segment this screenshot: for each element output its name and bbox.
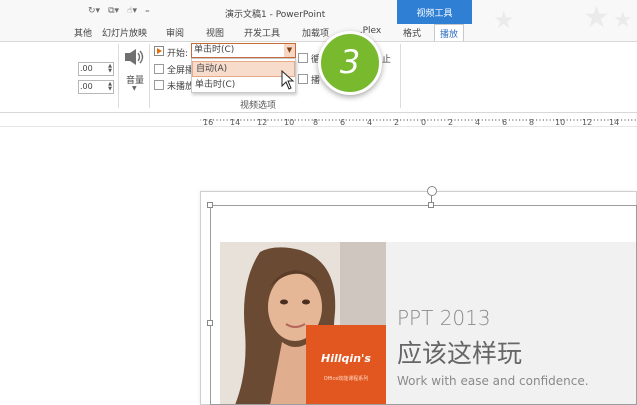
ruler-label: 2 — [394, 118, 400, 127]
start-select[interactable]: 单击时(C) ▼ — [191, 43, 296, 58]
loop-checkbox[interactable] — [298, 53, 308, 63]
tab-view[interactable]: 视图 — [206, 26, 224, 39]
hide-when-not-playing-label: 未播放 — [167, 82, 195, 92]
ruler-label: 8 — [529, 118, 535, 127]
group-separator — [149, 44, 150, 108]
resize-handle-top-left[interactable] — [207, 202, 213, 208]
rotate-handle-icon[interactable] — [427, 186, 437, 196]
ruler-label: 14 — [230, 118, 241, 127]
thumbnail-pane-edge — [0, 128, 76, 405]
volume-icon[interactable] — [124, 48, 146, 66]
tab-slideshow[interactable]: 幻灯片放映 — [102, 26, 147, 39]
spinner-arrows-icon[interactable]: ▲ ▼ — [108, 82, 112, 92]
rewind-label: 播 — [311, 76, 321, 86]
tab-partial[interactable]: 其他 — [74, 26, 92, 39]
ruler-label: 4 — [367, 118, 373, 127]
ruler-label: 12 — [257, 118, 268, 127]
resize-handle-middle-left[interactable] — [207, 320, 213, 326]
fade-in-value: .00 — [80, 64, 93, 73]
chevron-down-icon[interactable]: ▼ — [284, 44, 295, 57]
selection-frame — [210, 205, 637, 405]
fade-out-spinner[interactable]: .00 ▲ ▼ — [78, 80, 114, 94]
customize-qat-icon[interactable]: ₌ — [145, 6, 150, 20]
play-start-icon — [154, 46, 164, 56]
fullscreen-label: 全屏播 — [167, 66, 195, 76]
ruler-label: 14 — [609, 118, 620, 127]
touch-mode-icon[interactable]: ☝▾ — [127, 6, 137, 20]
ruler-label: 2 — [448, 118, 454, 127]
ruler-label: 12 — [582, 118, 593, 127]
tab-developer[interactable]: 开发工具 — [244, 26, 280, 39]
context-tab-group-label: 视频工具 — [416, 9, 453, 19]
ruler-label: 6 — [502, 118, 508, 127]
chevron-down-icon[interactable]: ▼ — [132, 85, 137, 92]
ruler-strip: 16 14 12 10 8 6 4 2 0 2 4 6 8 10 12 14 — [200, 115, 637, 127]
mouse-cursor-icon — [281, 70, 295, 90]
group-separator — [400, 44, 401, 108]
ruler-label: 4 — [475, 118, 481, 127]
quick-access-toolbar: ↻▾ ⧉▾ ☝▾ ₌ — [88, 6, 150, 20]
rewind-checkbox[interactable] — [298, 74, 308, 84]
tab-review[interactable]: 审阅 — [166, 26, 184, 39]
ruler-label: 8 — [313, 118, 319, 127]
ruler-label: 16 — [203, 118, 214, 127]
fade-out-value: .00 — [80, 82, 93, 91]
start-slideshow-icon[interactable]: ⧉▾ — [108, 6, 119, 20]
ruler-label: 6 — [340, 118, 346, 127]
ribbon-tabs: 其他 幻灯片放映 审阅 视图 开发工具 加载项 ...Plex 格式 播放 — [0, 24, 637, 41]
redo-icon[interactable]: ↻▾ — [88, 6, 100, 20]
hide-when-not-playing-checkbox[interactable] — [154, 80, 164, 90]
tab-addins[interactable]: 加载项 — [302, 26, 329, 39]
horizontal-ruler: 16 14 12 10 8 6 4 2 0 2 4 6 8 10 12 14 — [0, 113, 637, 127]
group-label-video-options: 视频选项 — [240, 101, 277, 111]
fade-in-spinner[interactable]: .00 ▲ ▼ — [78, 62, 114, 76]
ruler-label: 0 — [421, 118, 427, 127]
step-number-badge: 3 — [318, 31, 382, 95]
ruler-label: 10 — [284, 118, 295, 127]
window-title: 演示文稿1 - PowerPoint — [225, 10, 326, 20]
context-tab-group-band: 视频工具 — [397, 0, 472, 24]
dropdown-option-on-click[interactable]: 单击时(C) — [192, 78, 295, 94]
start-label: 开始: — [167, 49, 189, 59]
stop-label: 止 — [382, 55, 392, 65]
start-select-value: 单击时(C) — [194, 45, 235, 55]
tab-playback[interactable]: 播放 — [434, 24, 465, 41]
fullscreen-checkbox[interactable] — [154, 64, 164, 74]
ruler-label: 10 — [555, 118, 566, 127]
spinner-arrows-icon[interactable]: ▲ ▼ — [108, 64, 112, 74]
group-separator — [118, 44, 119, 108]
tab-format[interactable]: 格式 — [403, 26, 421, 39]
dropdown-option-automatic[interactable]: 自动(A) — [192, 61, 295, 77]
resize-handle-top-middle[interactable] — [428, 202, 434, 208]
